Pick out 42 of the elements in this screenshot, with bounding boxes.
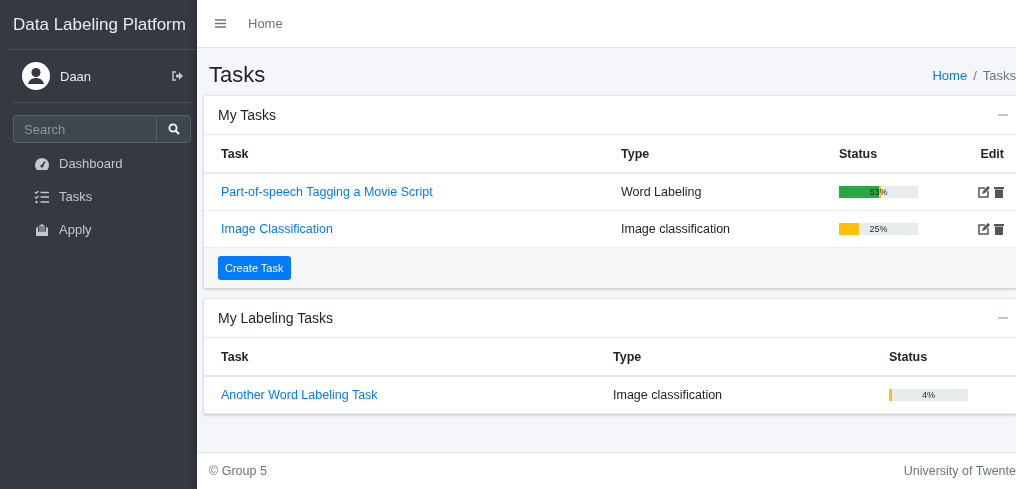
footer-text: © Group 5 bbox=[209, 464, 267, 478]
table-cell: Word Labeling bbox=[621, 185, 702, 199]
search-icon bbox=[167, 123, 180, 135]
task-link[interactable]: Another Word Labeling Task bbox=[221, 388, 378, 402]
task-link[interactable]: Image Classification bbox=[221, 222, 333, 236]
edit-icon[interactable] bbox=[978, 186, 990, 198]
page-title: Tasks bbox=[209, 62, 266, 88]
column-header: Type bbox=[613, 349, 642, 364]
sidebar-item[interactable]: Apply bbox=[13, 213, 191, 246]
footer-text: University of Twente bbox=[903, 464, 1016, 478]
trash-icon[interactable] bbox=[994, 186, 1004, 198]
sidebar-item[interactable]: Dashboard bbox=[13, 147, 191, 180]
search-button[interactable] bbox=[156, 115, 191, 143]
column-header: Type bbox=[621, 146, 650, 161]
nav-link[interactable]: Home bbox=[248, 16, 283, 31]
sidebar-item[interactable]: Tasks bbox=[13, 180, 191, 213]
column-header: Status bbox=[889, 349, 928, 364]
column-header: Status bbox=[839, 146, 878, 161]
create-task-button[interactable]: Create Task bbox=[218, 256, 291, 280]
search-field[interactable]: Search bbox=[13, 115, 156, 143]
breadcrumb-link[interactable]: Home bbox=[932, 67, 968, 83]
progress-reading: 25% bbox=[868, 223, 889, 235]
progress-reading: 4% bbox=[921, 389, 936, 401]
gauge-icon bbox=[34, 156, 50, 171]
envelope-icon bbox=[34, 222, 50, 237]
table-cell: Image classification bbox=[621, 222, 731, 236]
user-name[interactable]: Daan bbox=[60, 68, 172, 84]
card-title: My Tasks bbox=[218, 107, 277, 123]
task-link[interactable]: Part-of-speech Tagging a Movie Script bbox=[221, 185, 433, 199]
menu-icon[interactable] bbox=[215, 19, 226, 28]
column-header: Task bbox=[221, 146, 249, 161]
breadcrumb-current: Tasks bbox=[982, 67, 1016, 83]
column-header: Task bbox=[221, 349, 249, 364]
column-header: Edit bbox=[980, 146, 1004, 161]
user-avatar-icon bbox=[22, 62, 50, 90]
card-title: My Labeling Tasks bbox=[218, 310, 333, 326]
trash-icon[interactable] bbox=[994, 223, 1004, 235]
edit-icon[interactable] bbox=[978, 223, 990, 235]
table-cell: Image classification bbox=[613, 388, 723, 402]
breadcrumb-separator: / bbox=[973, 67, 977, 83]
logout-icon[interactable] bbox=[172, 71, 183, 81]
checklist-icon bbox=[34, 189, 50, 204]
